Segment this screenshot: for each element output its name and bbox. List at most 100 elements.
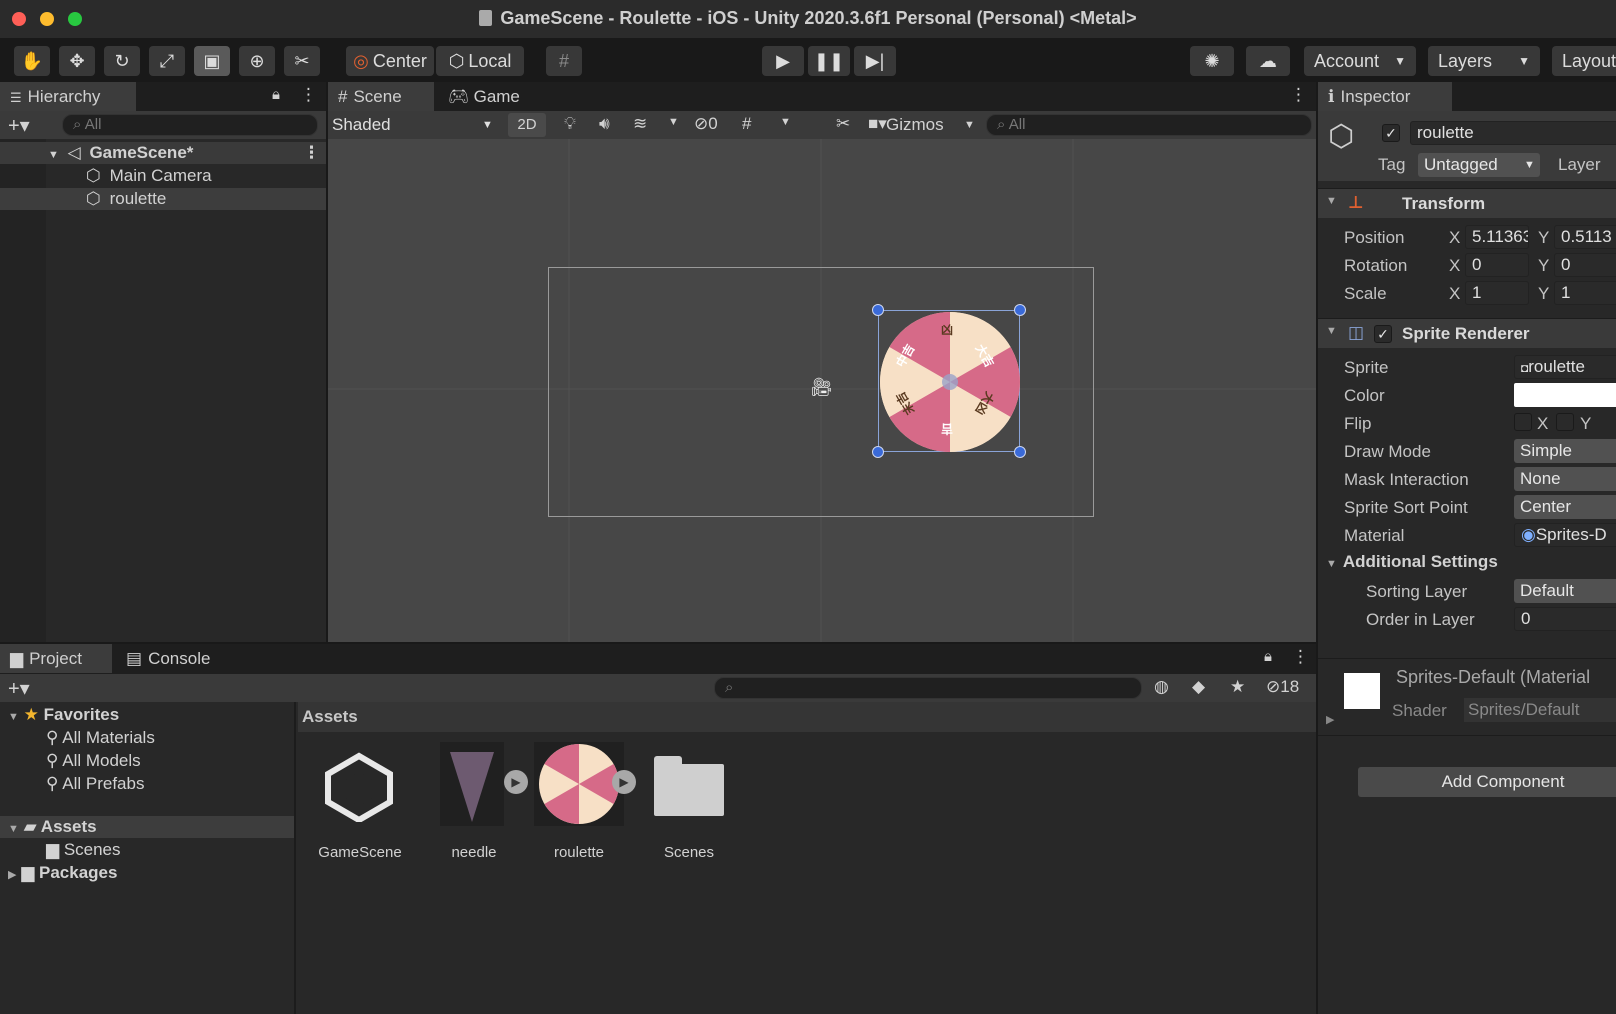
- scene-more-options-icon[interactable]: ⋮: [1290, 85, 1307, 105]
- scale-y-field[interactable]: 1: [1554, 281, 1616, 305]
- asset-item-needle[interactable]: ▶ needle: [440, 742, 528, 862]
- more-options-icon[interactable]: ⋮: [300, 85, 317, 105]
- scale-tool-button[interactable]: ⤢: [149, 46, 185, 76]
- roulette-sprite[interactable]: 凶 大吉 大凶 吉 末吉 中吉: [878, 310, 1020, 452]
- position-y-field[interactable]: 0.5113: [1554, 225, 1616, 249]
- grid-toggle-icon[interactable]: #: [742, 114, 751, 134]
- play-button[interactable]: ▶: [762, 46, 804, 76]
- transform-header[interactable]: ▼ ⊥ Transform: [1318, 188, 1616, 218]
- color-swatch[interactable]: [1514, 383, 1616, 407]
- scale-x-field[interactable]: 1: [1465, 281, 1529, 305]
- flip-y-checkbox[interactable]: [1556, 413, 1574, 431]
- more-options-icon[interactable]: ⋮: [1292, 647, 1309, 667]
- object-name-field[interactable]: roulette: [1410, 121, 1616, 145]
- pause-button[interactable]: ❚❚: [808, 46, 850, 76]
- hierarchy-item-roulette[interactable]: ⬡ roulette: [0, 188, 326, 210]
- rect-tool-button[interactable]: ▣: [194, 46, 230, 76]
- rect-handle-top-left[interactable]: [872, 304, 884, 316]
- shader-dropdown[interactable]: Sprites/Default: [1464, 698, 1616, 722]
- rotation-y-field[interactable]: 0: [1554, 253, 1616, 277]
- pivot-mode-button[interactable]: ◎ Center: [346, 46, 434, 76]
- cloud-button[interactable]: ☁: [1246, 46, 1290, 76]
- tab-hierarchy[interactable]: ☰ Hierarchy: [0, 82, 136, 111]
- expand-sprite-button[interactable]: ▶: [612, 770, 636, 794]
- favorites-node[interactable]: ▼ ★ Favorites: [8, 704, 119, 726]
- rect-handle-top-right[interactable]: [1014, 304, 1026, 316]
- rect-handle-bottom-right[interactable]: [1014, 446, 1026, 458]
- add-component-button[interactable]: Add Component: [1358, 767, 1616, 797]
- hierarchy-item-main-camera[interactable]: ⬡ Main Camera: [0, 165, 326, 187]
- lock-icon[interactable]: 🔒︎: [1264, 648, 1272, 665]
- sprite-renderer-enabled-checkbox[interactable]: ✓: [1374, 325, 1392, 343]
- sprite-sort-point-dropdown[interactable]: Center: [1514, 495, 1616, 519]
- favorite-all-models[interactable]: ⚲ All Models: [46, 750, 141, 772]
- scene-more-icon[interactable]: ⋮: [303, 142, 320, 164]
- 2d-toggle-button[interactable]: 2D: [508, 113, 546, 137]
- breadcrumb-assets[interactable]: Assets: [302, 707, 358, 726]
- create-add-button[interactable]: +▾: [8, 113, 30, 138]
- favorite-all-materials[interactable]: ⚲ All Materials: [46, 727, 155, 749]
- lighting-toggle-icon[interactable]: 💡︎: [564, 114, 576, 134]
- additional-settings-foldout[interactable]: ▼ Additional Settings: [1326, 552, 1498, 572]
- effects-dropdown-icon[interactable]: ▼: [668, 116, 679, 128]
- asset-item-gamescene[interactable]: GameScene: [318, 752, 408, 872]
- scene-root-row[interactable]: ▼ ◁ GameScene* ⋮: [0, 142, 326, 164]
- favorites-star-icon[interactable]: ★: [1230, 677, 1245, 697]
- scenes-folder-node[interactable]: ▆ Scenes: [46, 839, 121, 861]
- asset-item-roulette[interactable]: ▶ roulette: [534, 742, 636, 862]
- move-tool-button[interactable]: ✥: [59, 46, 95, 76]
- camera-gizmo-icon[interactable]: 🎥︎: [810, 377, 833, 398]
- position-x-field[interactable]: 5.11363: [1465, 225, 1529, 249]
- account-dropdown[interactable]: Account ▼: [1304, 46, 1416, 76]
- tag-dropdown[interactable]: Untagged ▼: [1418, 153, 1540, 177]
- sorting-layer-dropdown[interactable]: Default: [1514, 579, 1616, 603]
- sprite-renderer-header[interactable]: ▼ ◫ ✓ Sprite Renderer: [1318, 318, 1616, 348]
- mask-interaction-dropdown[interactable]: None: [1514, 467, 1616, 491]
- tab-project[interactable]: ▆ Project: [0, 644, 112, 673]
- tab-inspector[interactable]: ℹ Inspector: [1318, 82, 1452, 111]
- services-button[interactable]: ✺: [1190, 46, 1234, 76]
- effects-toggle-icon[interactable]: ≋: [633, 114, 647, 134]
- layout-dropdown[interactable]: Layout: [1552, 46, 1616, 76]
- project-search-input[interactable]: ⌕: [714, 677, 1142, 699]
- hidden-packages-button[interactable]: ⊘18: [1266, 677, 1299, 697]
- draw-mode-dropdown[interactable]: Simple: [1514, 439, 1616, 463]
- tab-game[interactable]: 🎮︎ Game: [438, 82, 538, 111]
- scene-canvas[interactable]: 🎥︎ 凶 大吉 大凶 吉 末吉 中吉: [328, 139, 1316, 642]
- hand-tool-button[interactable]: ✋: [14, 46, 50, 76]
- search-by-label-icon[interactable]: ◆: [1192, 677, 1205, 697]
- favorite-all-prefabs[interactable]: ⚲ All Prefabs: [46, 773, 144, 795]
- packages-folder-node[interactable]: ▶ ▆ Packages: [8, 862, 117, 884]
- custom-tool-button[interactable]: ✂: [284, 46, 320, 76]
- sprite-field[interactable]: ◘roulette: [1514, 355, 1616, 379]
- pivot-space-button[interactable]: ⬡ Local: [436, 46, 524, 76]
- create-add-button[interactable]: +▾: [8, 676, 30, 701]
- transform-tool-button[interactable]: ⊕: [239, 46, 275, 76]
- camera-toggle-icon[interactable]: ■▾: [868, 114, 887, 134]
- tab-console[interactable]: ▤ Console: [116, 644, 236, 673]
- search-by-type-icon[interactable]: ◍: [1154, 677, 1169, 697]
- asset-item-scenes-folder[interactable]: Scenes: [654, 756, 734, 876]
- layers-dropdown[interactable]: Layers ▼: [1428, 46, 1540, 76]
- expand-arrow-icon[interactable]: ▶: [1326, 713, 1334, 726]
- lock-icon[interactable]: 🔒︎: [272, 86, 280, 103]
- gizmos-dropdown[interactable]: Gizmos ▼: [886, 113, 978, 137]
- assets-folder-node[interactable]: ▼ ▰ Assets: [0, 816, 294, 838]
- tools-toggle-icon[interactable]: ✂: [836, 114, 850, 134]
- active-checkbox[interactable]: ✓: [1382, 124, 1400, 142]
- shading-mode-dropdown[interactable]: Shaded ▼: [332, 113, 498, 137]
- grid-dropdown-icon[interactable]: ▼: [780, 116, 791, 128]
- hierarchy-search-input[interactable]: ⌕ All: [62, 114, 318, 136]
- step-button[interactable]: ▶|: [854, 46, 896, 76]
- rect-handle-bottom-left[interactable]: [872, 446, 884, 458]
- flip-x-checkbox[interactable]: [1514, 413, 1532, 431]
- grid-snap-button[interactable]: #: [546, 46, 582, 76]
- rotate-tool-button[interactable]: ↻: [104, 46, 140, 76]
- material-field[interactable]: ◉Sprites-D: [1514, 523, 1616, 547]
- audio-toggle-icon[interactable]: 🔊︎: [599, 114, 610, 134]
- scene-visibility-button[interactable]: ⊘0: [694, 114, 718, 134]
- rotation-x-field[interactable]: 0: [1465, 253, 1529, 277]
- expand-sprite-button[interactable]: ▶: [504, 770, 528, 794]
- scene-search-input[interactable]: ⌕ All: [986, 114, 1312, 136]
- tab-scene[interactable]: # Scene: [328, 82, 434, 111]
